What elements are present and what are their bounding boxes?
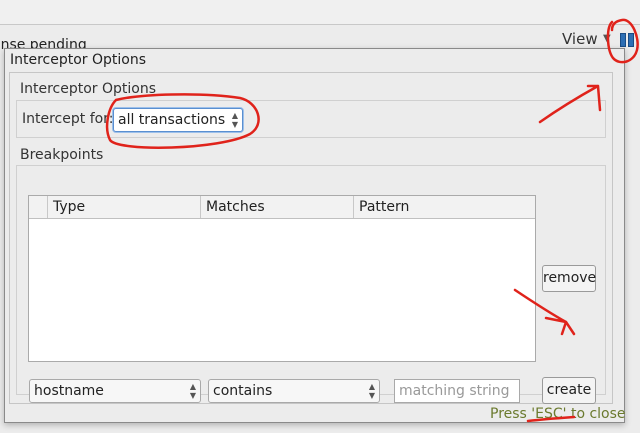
operator-select-value: contains	[213, 383, 273, 399]
spinner-icon: ▲ ▼	[368, 382, 375, 400]
interceptor-options-dialog: Interceptor Options Interceptor Options …	[4, 48, 625, 423]
intercept-for-select[interactable]: all transactions ▲ ▼	[113, 108, 243, 132]
breakpoints-table[interactable]: Type Matches Pattern	[28, 195, 536, 362]
column-header-select[interactable]	[29, 196, 47, 218]
esc-hint: Press 'ESC' to close	[490, 406, 626, 422]
spinner-icon: ▲ ▼	[189, 382, 196, 400]
pause-icon[interactable]	[620, 33, 636, 47]
column-header-pattern[interactable]: Pattern	[353, 196, 535, 218]
intercept-for-label: Intercept for:	[22, 111, 114, 127]
spinner-icon: ▲ ▼	[231, 111, 238, 129]
column-header-type[interactable]: Type	[47, 196, 200, 218]
field-select-value: hostname	[34, 383, 104, 399]
view-dropdown-arrow-icon[interactable]: ▼	[603, 33, 611, 44]
table-header: Type Matches Pattern	[29, 196, 535, 219]
breakpoints-group-label: Breakpoints	[20, 147, 104, 163]
create-button[interactable]: create	[542, 377, 596, 404]
field-select[interactable]: hostname ▲ ▼	[29, 379, 201, 403]
remove-button[interactable]: remove	[542, 265, 596, 292]
operator-select[interactable]: contains ▲ ▼	[208, 379, 380, 403]
pattern-input[interactable]: matching string	[394, 379, 520, 403]
view-menu-button[interactable]: View	[562, 30, 598, 48]
column-header-matches[interactable]: Matches	[200, 196, 353, 218]
dialog-title: Interceptor Options	[10, 52, 147, 68]
dialog-content: Interceptor Options Intercept for: all t…	[9, 72, 613, 404]
interceptor-group-label: Interceptor Options	[20, 81, 157, 97]
intercept-for-value: all transactions	[118, 112, 226, 128]
background-toolbar	[0, 0, 640, 25]
